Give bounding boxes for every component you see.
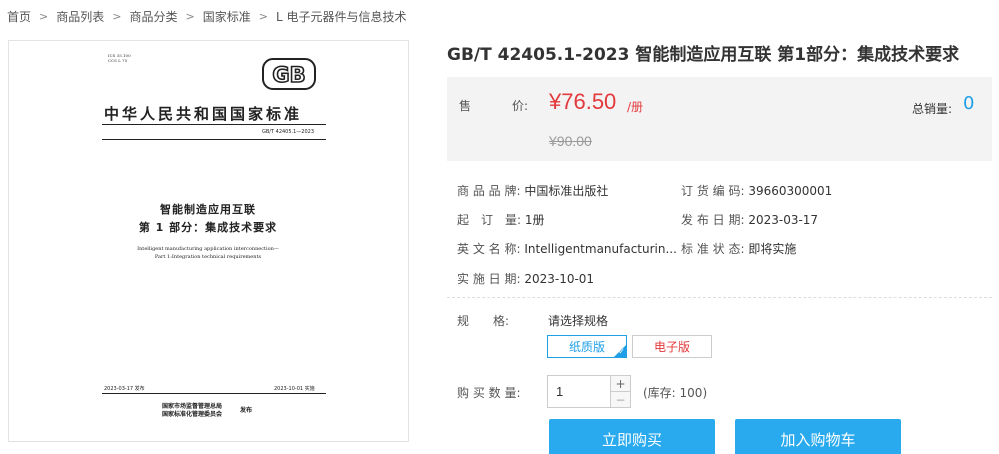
english-name-value: Intelligentmanufacturin... [524, 242, 677, 256]
section-divider [447, 297, 992, 298]
cover-issuer-line2: 国家标准化管理委员会 [162, 411, 223, 418]
brand-value: 中国标准出版社 [524, 184, 609, 198]
cover-cn-title-line1: 智能制造应用互联 [160, 203, 256, 216]
add-to-cart-button[interactable]: 加入购物车 [735, 419, 901, 454]
release-date-row: 发 布 日 期: 2023-03-17 [681, 211, 818, 228]
standard-cover-image: ICS 35.100 CCS L 75 GB 中华人民共和国国家标准 GB/T … [64, 49, 352, 434]
cover-issue-date: 2023-03-17 发布 [104, 386, 145, 392]
min-order-value: 1册 [524, 213, 545, 227]
product-image-frame[interactable]: ICS 35.100 CCS L 75 GB 中华人民共和国国家标准 GB/T … [8, 40, 409, 442]
cover-cn-title-line2: 第 1 部分：集成技术要求 [138, 221, 278, 234]
standard-status-label: 标 准 状 态: [681, 242, 745, 256]
spec-label: 规 格: [457, 314, 510, 328]
implementation-date-value: 2023-10-01 [524, 272, 595, 286]
cover-divider [102, 393, 326, 394]
quantity-input[interactable] [547, 375, 611, 408]
cover-standard-heading: 中华人民共和国国家标准 [104, 105, 303, 123]
current-price: ¥76.50 [549, 89, 617, 114]
stock-info: (库存: 100) [643, 386, 708, 400]
price-panel: 售 价: ¥76.50 /册 ¥90.00 总销量: 0 [447, 77, 992, 161]
chevron-right-icon: > [112, 9, 122, 23]
quantity-label: 购 买 数 量: [457, 386, 521, 400]
breadcrumb-product-list[interactable]: 商品列表 [56, 8, 104, 25]
sales-label: 总销量: [912, 102, 953, 116]
cover-en-title-line2: Part 1:Integration technical requirement… [154, 254, 262, 260]
min-order-label: 起 订 量: [457, 213, 522, 227]
quantity-decrease-button[interactable]: − [610, 391, 631, 408]
cover-divider [102, 139, 326, 140]
spec-option-ebook[interactable]: 电子版 [632, 335, 712, 358]
chevron-right-icon: > [258, 9, 268, 23]
price-label: 售 [459, 99, 472, 113]
product-title: GB/T 42405.1-2023 智能制造应用互联 第1部分：集成技术要求 [447, 45, 960, 65]
standard-status-value: 即将实施 [748, 242, 797, 256]
breadcrumb-current[interactable]: L 电子元器件与信息技术 [276, 8, 407, 25]
chevron-right-icon: > [185, 9, 195, 23]
sales-count: 0 [963, 93, 975, 114]
cover-divider [102, 124, 326, 125]
cover-ics-code: ICS 35.100 CCS L 75 [108, 53, 131, 63]
standard-status-row: 标 准 状 态: 即将实施 [681, 240, 796, 257]
cover-publish-word: 发布 [240, 407, 253, 414]
english-name-row: 英 文 名 称: Intelligentmanufacturin... [457, 240, 677, 257]
original-price: ¥90.00 [549, 133, 592, 149]
order-code-label: 订 货 编 码: [681, 184, 745, 198]
implementation-date-row: 实 施 日 期: 2023-10-01 [457, 270, 594, 287]
breadcrumb: 首页 > 商品列表 > 商品分类 > 国家标准 > L 电子元器件与信息技术 [7, 6, 406, 26]
brand-row: 商 品 品 牌: 中国标准出版社 [457, 182, 608, 199]
cover-implementation-date: 2023-10-01 实施 [274, 386, 315, 392]
price-label-suffix: 价: [512, 99, 529, 113]
implementation-date-label: 实 施 日 期: [457, 272, 521, 286]
brand-label: 商 品 品 牌: [457, 184, 521, 198]
spec-prompt: 请选择规格 [548, 314, 609, 328]
spec-option-label: 纸质版 [568, 340, 605, 354]
breadcrumb-home[interactable]: 首页 [7, 8, 31, 25]
gb-logo-text: GB [272, 63, 305, 87]
cover-ccs-line: CCS L 75 [108, 58, 128, 63]
release-date-value: 2023-03-17 [748, 213, 819, 227]
gb-logo-icon: GB [262, 58, 316, 90]
release-date-label: 发 布 日 期: [681, 213, 745, 227]
quantity-increase-button[interactable]: + [610, 375, 631, 392]
cover-standard-number: GB/T 42405.1—2023 [262, 129, 315, 135]
min-order-row: 起 订 量: 1册 [457, 211, 545, 228]
buy-now-button[interactable]: 立即购买 [549, 419, 715, 454]
price-unit: /册 [627, 100, 644, 114]
english-name-label: 英 文 名 称: [457, 242, 521, 256]
order-code-row: 订 货 编 码: 39660300001 [681, 182, 832, 199]
breadcrumb-national-standard[interactable]: 国家标准 [203, 8, 251, 25]
spec-option-paper[interactable]: 纸质版 ✓ [547, 335, 627, 358]
spec-option-label: 电子版 [653, 340, 690, 354]
cover-en-title-line1: Intelligent manufacturing application in… [137, 246, 279, 252]
chevron-right-icon: > [39, 9, 49, 23]
checkmark-icon: ✓ [618, 347, 625, 356]
breadcrumb-product-category[interactable]: 商品分类 [129, 8, 177, 25]
order-code-value: 39660300001 [748, 184, 833, 198]
